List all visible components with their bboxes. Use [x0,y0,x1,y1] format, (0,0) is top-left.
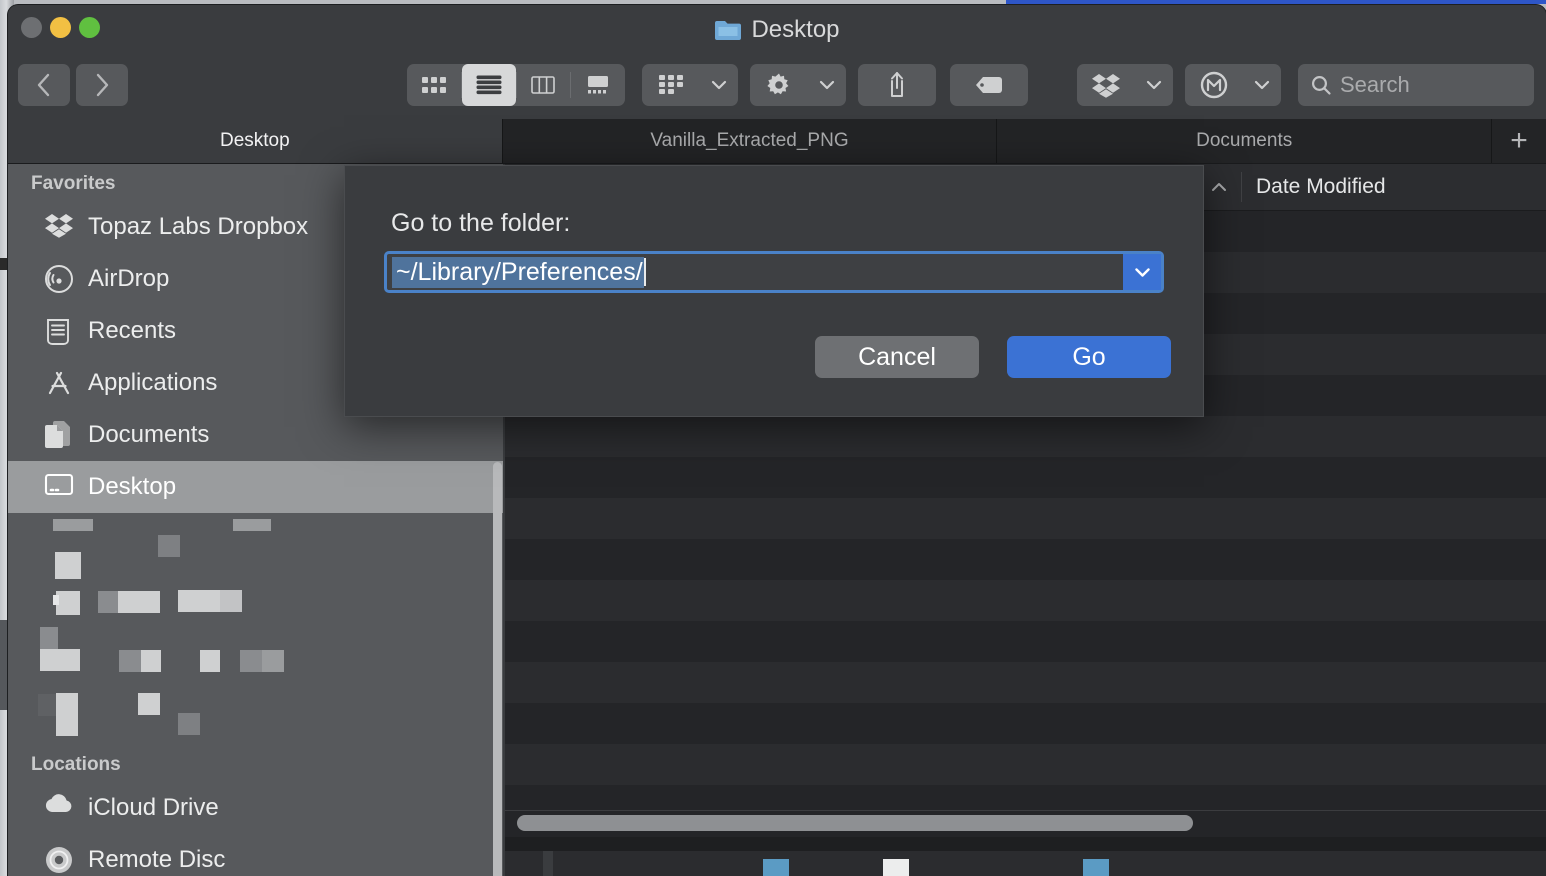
tag-button[interactable] [950,64,1028,106]
chevron-down-icon [1243,64,1281,106]
table-row[interactable] [505,662,1546,703]
folder-icon [714,19,742,41]
recents-icon [44,316,74,346]
sidebar-item-label: Remote Disc [88,846,225,874]
disc-icon [44,845,74,875]
sidebar-item-label: Topaz Labs Dropbox [88,213,308,241]
forward-button[interactable] [76,64,128,106]
view-mode-group [407,64,625,106]
chevron-down-icon[interactable] [1123,254,1161,290]
go-button[interactable]: Go [1007,336,1171,378]
sidebar-item-label: Documents [88,421,209,449]
table-row[interactable] [505,416,1546,457]
applications-icon [44,368,74,398]
finder-window: Desktop [8,5,1546,876]
column-header-date-modified[interactable]: Date Modified [1241,172,1386,202]
folder-path-combobox[interactable]: ~/Library/Preferences/ [384,251,1164,293]
tab-label: Vanilla_Extracted_PNG [650,130,848,152]
toolbar: Search [8,57,1546,119]
text-caret [644,258,646,286]
icon-view-button[interactable] [407,64,461,106]
tag-icon [950,64,1028,106]
share-button[interactable] [858,64,936,106]
new-tab-label: + [1510,124,1528,158]
window-title: Desktop [8,16,1546,44]
table-row[interactable] [505,498,1546,539]
chevron-down-icon [808,64,846,106]
navigation-buttons [18,64,128,106]
background-chip-blue-2 [1083,859,1109,876]
column-view-button[interactable] [517,64,571,106]
sidebar-item-label: Applications [88,369,217,397]
window-title-text: Desktop [751,16,839,44]
chevron-down-icon [1135,64,1173,106]
search-placeholder: Search [1340,72,1410,98]
sidebar-section-locations-header: Locations [8,745,505,782]
background-chip [543,851,553,876]
search-icon [1310,74,1332,96]
mega-button[interactable] [1185,64,1281,106]
folder-path-value: ~/Library/Preferences/ [392,257,644,288]
table-row[interactable] [505,457,1546,498]
horizontal-scrollbar[interactable] [505,810,1546,837]
cloud-icon [44,793,74,823]
redacted-sidebar-region [8,513,505,745]
background-window-strip-top [505,837,1546,851]
background-chip-white [883,859,909,876]
sidebar-item-desktop[interactable]: Desktop [8,461,505,513]
sidebar-item-label: Desktop [88,473,176,501]
tab-documents[interactable]: Documents [997,119,1492,163]
sidebar-scrollbar[interactable] [493,462,502,876]
airdrop-icon [44,264,74,294]
share-icon [858,64,936,106]
tab-label: Documents [1196,130,1292,152]
table-row[interactable] [505,539,1546,580]
sidebar-item-label: AirDrop [88,265,169,293]
desktop-icon [44,472,74,502]
list-view-button[interactable] [462,64,516,106]
circle-m-icon [1185,64,1243,106]
go-to-folder-dialog: Go to the folder: ~/Library/Preferences/… [344,165,1204,417]
chevron-down-icon [700,64,738,106]
dropbox-icon [44,212,74,242]
documents-icon [44,420,74,450]
dialog-label: Go to the folder: [391,209,570,238]
window-titlebar: Desktop [8,5,1546,57]
new-tab-button[interactable]: + [1492,119,1546,163]
tab-bar: Desktop Vanilla_Extracted_PNG Documents … [8,119,1546,164]
tab-label: Desktop [220,130,290,152]
background-window-titlebar-strip [1006,0,1546,4]
action-menu-button[interactable] [750,64,846,106]
horizontal-scrollbar-thumb[interactable] [517,815,1193,831]
sidebar-item-label: iCloud Drive [88,794,219,822]
dropbox-icon [1077,64,1135,106]
table-row[interactable] [505,744,1546,785]
back-button[interactable] [18,64,70,106]
table-row[interactable] [505,621,1546,662]
gallery-view-button[interactable] [571,64,625,106]
gear-icon [750,64,808,106]
background-window-strip [505,837,1546,876]
sidebar-item-remote-disc[interactable]: Remote Disc [8,834,505,876]
group-grid-icon [642,64,700,106]
dropbox-button[interactable] [1077,64,1173,106]
background-chip-blue-1 [763,859,789,876]
table-row[interactable] [505,703,1546,744]
tab-desktop[interactable]: Desktop [8,119,503,163]
tab-vanilla-extracted-png[interactable]: Vanilla_Extracted_PNG [503,119,998,163]
sidebar-item-label: Recents [88,317,176,345]
table-row[interactable] [505,580,1546,621]
cancel-button[interactable]: Cancel [815,336,979,378]
group-by-button[interactable] [642,64,738,106]
search-input[interactable]: Search [1298,64,1534,106]
sidebar-item-icloud-drive[interactable]: iCloud Drive [8,782,505,834]
